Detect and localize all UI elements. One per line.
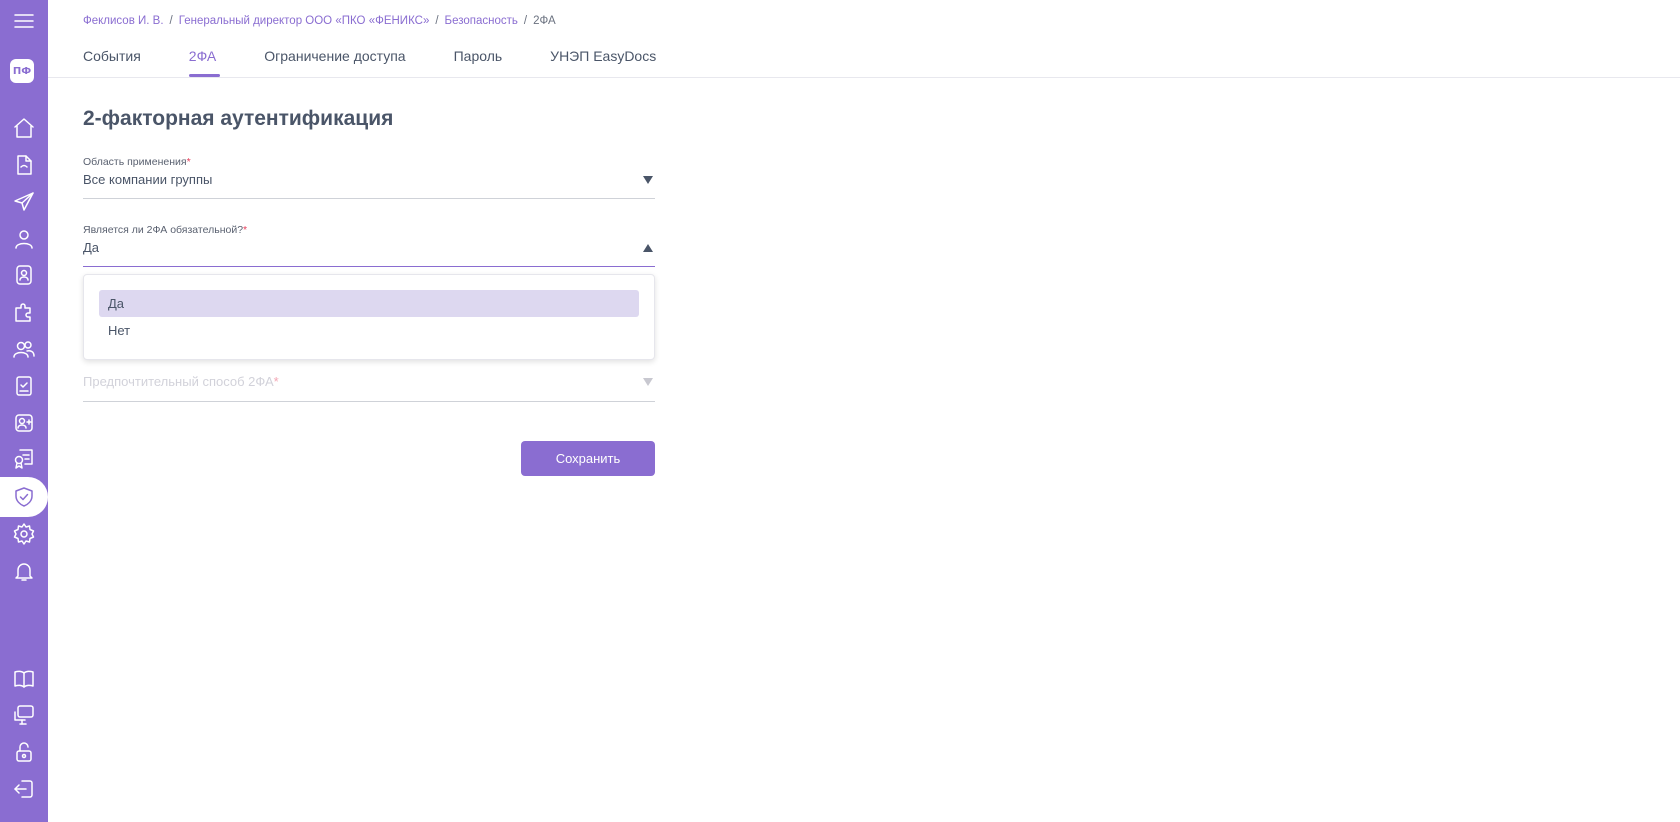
tab-2fa[interactable]: 2ФА bbox=[188, 48, 221, 77]
book-check-icon[interactable] bbox=[0, 369, 48, 403]
tab-access-restriction[interactable]: Ограничение доступа bbox=[264, 48, 405, 77]
save-button[interactable]: Сохранить bbox=[521, 441, 655, 476]
user-icon[interactable] bbox=[0, 222, 48, 256]
dropdown-option-no[interactable]: Нет bbox=[99, 317, 639, 344]
tab-events[interactable]: События bbox=[83, 48, 141, 77]
tab-bar: События 2ФА Ограничение доступа Пароль У… bbox=[83, 48, 704, 77]
puzzle-icon[interactable] bbox=[0, 295, 48, 329]
scope-select[interactable]: Область применения* Все компании группы bbox=[83, 156, 655, 199]
page-title: 2-факторная аутентификация bbox=[83, 107, 394, 130]
chevron-up-icon[interactable] bbox=[643, 244, 653, 252]
method-select[interactable]: Предпочтительный способ 2ФА* bbox=[83, 374, 655, 402]
sidebar: ПФ bbox=[0, 0, 48, 822]
document-icon[interactable] bbox=[0, 148, 48, 182]
breadcrumb-user[interactable]: Феклисов И. В. bbox=[83, 15, 164, 27]
method-placeholder: Предпочтительный способ 2ФА* bbox=[83, 374, 279, 389]
user-add-icon[interactable] bbox=[0, 406, 48, 440]
mandatory-2fa-select[interactable]: Является ли 2ФА обязательной?* Да bbox=[83, 224, 655, 267]
breadcrumb: Феклисов И. В. / Генеральный директор ООО … bbox=[83, 15, 556, 27]
breadcrumb-current: 2ФА bbox=[533, 15, 556, 27]
chevron-down-icon[interactable] bbox=[643, 378, 653, 386]
tab-password[interactable]: Пароль bbox=[454, 48, 503, 77]
mandatory-dropdown: Да Нет bbox=[83, 274, 655, 360]
menu-icon[interactable] bbox=[0, 4, 48, 38]
scope-label: Область применения* bbox=[83, 156, 191, 168]
breadcrumb-separator: / bbox=[169, 15, 173, 27]
breadcrumb-separator: / bbox=[523, 15, 528, 27]
unlock-icon[interactable] bbox=[0, 735, 48, 769]
breadcrumb-separator: / bbox=[435, 15, 439, 27]
dropdown-option-yes[interactable]: Да bbox=[99, 290, 639, 317]
breadcrumb-position[interactable]: Генеральный директор ООО «ПКО «ФЕНИКС» bbox=[179, 15, 430, 27]
gear-icon[interactable] bbox=[0, 517, 48, 551]
certificate-icon[interactable] bbox=[0, 442, 48, 476]
open-book-icon[interactable] bbox=[0, 662, 48, 696]
shield-check-icon[interactable] bbox=[0, 480, 48, 514]
badge-icon[interactable] bbox=[0, 258, 48, 292]
scope-value: Все компании группы bbox=[83, 172, 213, 187]
tab-easydocs[interactable]: УНЭП EasyDocs bbox=[550, 48, 656, 77]
avatar[interactable]: ПФ bbox=[10, 59, 34, 83]
home-icon[interactable] bbox=[0, 111, 48, 145]
mandatory-value: Да bbox=[83, 240, 100, 255]
send-icon[interactable] bbox=[0, 185, 48, 219]
mandatory-label: Является ли 2ФА обязательной?* bbox=[83, 224, 248, 236]
chevron-down-icon[interactable] bbox=[643, 176, 653, 184]
header-divider bbox=[48, 77, 1680, 78]
users-icon[interactable] bbox=[0, 332, 48, 366]
breadcrumb-security[interactable]: Безопасность bbox=[445, 15, 518, 27]
logout-icon[interactable] bbox=[0, 772, 48, 806]
bell-icon[interactable] bbox=[0, 554, 48, 588]
monitor-chat-icon[interactable] bbox=[0, 698, 48, 732]
